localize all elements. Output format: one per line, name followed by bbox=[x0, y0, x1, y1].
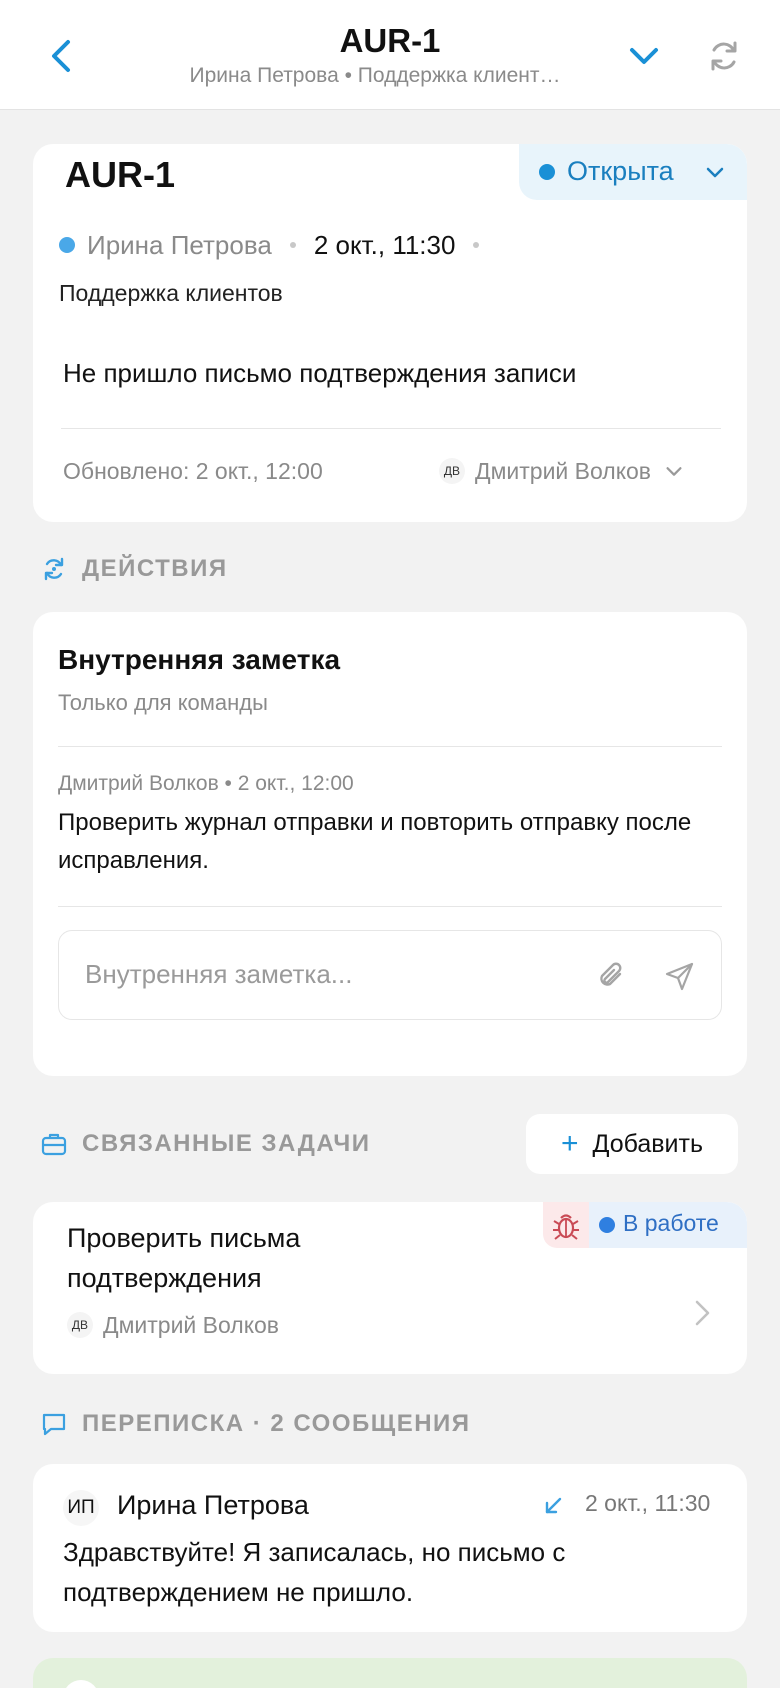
chevron-right-icon bbox=[695, 1300, 710, 1326]
separator-dot bbox=[289, 242, 296, 248]
avatar bbox=[63, 1680, 99, 1688]
bug-icon bbox=[553, 1214, 579, 1240]
refresh-icon bbox=[711, 41, 737, 71]
separator-dot bbox=[473, 242, 480, 248]
message-text: Здравствуйте! Я записалась, но письмо с … bbox=[63, 1537, 566, 1607]
internal-note-card: Внутренняя заметка Только для команды Дм… bbox=[33, 612, 747, 1076]
task-assignee-name: Дмитрий Волков bbox=[103, 1311, 280, 1338]
briefcase-icon bbox=[41, 1133, 67, 1156]
bug-badge bbox=[543, 1202, 589, 1248]
avatar: ИП bbox=[63, 1490, 99, 1526]
avatar: ДВ bbox=[67, 1312, 93, 1338]
assignee-name: Дмитрий Волков bbox=[475, 457, 652, 484]
paperclip-icon[interactable] bbox=[595, 959, 629, 993]
expand-button[interactable] bbox=[624, 36, 664, 76]
ticket-author: Ирина Петрова bbox=[87, 229, 272, 260]
task-title: Проверить письма подтверждения bbox=[67, 1223, 301, 1293]
message-author: Ирина Петрова bbox=[117, 1490, 309, 1520]
chevron-down-icon bbox=[630, 48, 658, 64]
chat-icon bbox=[42, 1413, 66, 1436]
assignee-dropdown[interactable]: ДВ Дмитрий Волков bbox=[439, 454, 685, 488]
page-subtitle: Ирина Петрова • Поддержка клиент… bbox=[189, 64, 561, 87]
sync-icon bbox=[44, 557, 64, 581]
correspondence-section-header: ПЕРЕПИСКА · 2 СООБЩЕНИЯ bbox=[40, 1407, 471, 1441]
status-label: Открыта bbox=[567, 156, 674, 186]
ticket-card: AUR-1 Открыта Ирина Петрова 2 окт., 11:3… bbox=[33, 144, 747, 522]
send-icon[interactable] bbox=[663, 959, 697, 993]
ticket-date: 2 окт., 11:30 bbox=[313, 229, 456, 260]
chevron-down-icon bbox=[666, 467, 682, 476]
related-section-header: СВЯЗАННЫЕ ЗАДАЧИ bbox=[40, 1127, 371, 1161]
ticket-subject: Не пришло письмо подтверждения записи bbox=[63, 358, 577, 388]
section-label: ПЕРЕПИСКА · 2 СООБЩЕНИЯ bbox=[82, 1410, 471, 1437]
ticket-updated: Обновлено: 2 окт., 12:00 bbox=[63, 458, 323, 484]
online-indicator bbox=[59, 237, 75, 253]
divider bbox=[61, 428, 721, 429]
note-text: Проверить журнал отправки и повторить от… bbox=[58, 809, 692, 874]
task-status-label: В работе bbox=[623, 1210, 719, 1236]
note-input-placeholder: Внутренняя заметка... bbox=[85, 959, 353, 989]
outgoing-message-card bbox=[33, 1658, 747, 1688]
status-dropdown[interactable]: Открыта bbox=[519, 144, 747, 200]
plus-icon: + bbox=[560, 1127, 579, 1160]
ticket-department: Поддержка клиентов bbox=[59, 280, 283, 306]
status-dot bbox=[599, 1217, 615, 1233]
message-date: 2 окт., 11:30 bbox=[585, 1490, 711, 1516]
status-dot bbox=[539, 164, 555, 180]
chevron-down-icon bbox=[706, 167, 724, 178]
ticket-id: AUR-1 bbox=[65, 154, 176, 195]
note-meta: Дмитрий Волков • 2 окт., 12:00 bbox=[58, 772, 354, 795]
actions-section-header: ДЕЙСТВИЯ bbox=[40, 552, 228, 586]
incoming-arrow-icon bbox=[545, 1497, 562, 1514]
note-subtitle: Только для команды bbox=[58, 690, 268, 715]
note-input[interactable]: Внутренняя заметка... bbox=[58, 930, 722, 1020]
task-assignee: ДВ Дмитрий Волков bbox=[67, 1308, 291, 1342]
divider bbox=[58, 746, 722, 747]
section-label: СВЯЗАННЫЕ ЗАДАЧИ bbox=[82, 1130, 371, 1157]
refresh-button[interactable] bbox=[704, 36, 744, 76]
ticket-author-row: Ирина Петрова 2 окт., 11:30 bbox=[59, 228, 497, 262]
task-status-badge: В работе bbox=[589, 1202, 747, 1248]
add-button-label: Добавить bbox=[592, 1129, 704, 1158]
top-bar: AUR-1 Ирина Петрова • Поддержка клиент… bbox=[0, 0, 780, 110]
note-title: Внутренняя заметка bbox=[58, 644, 341, 675]
message-card: ИП Ирина Петрова 2 окт., 11:30 Здравству… bbox=[33, 1464, 747, 1632]
add-task-button[interactable]: + Добавить bbox=[526, 1114, 738, 1174]
section-label: ДЕЙСТВИЯ bbox=[82, 555, 228, 582]
divider bbox=[58, 906, 722, 907]
avatar: ДВ bbox=[439, 458, 465, 484]
related-task-card[interactable]: В работе Проверить письма подтверждения … bbox=[33, 1202, 747, 1374]
